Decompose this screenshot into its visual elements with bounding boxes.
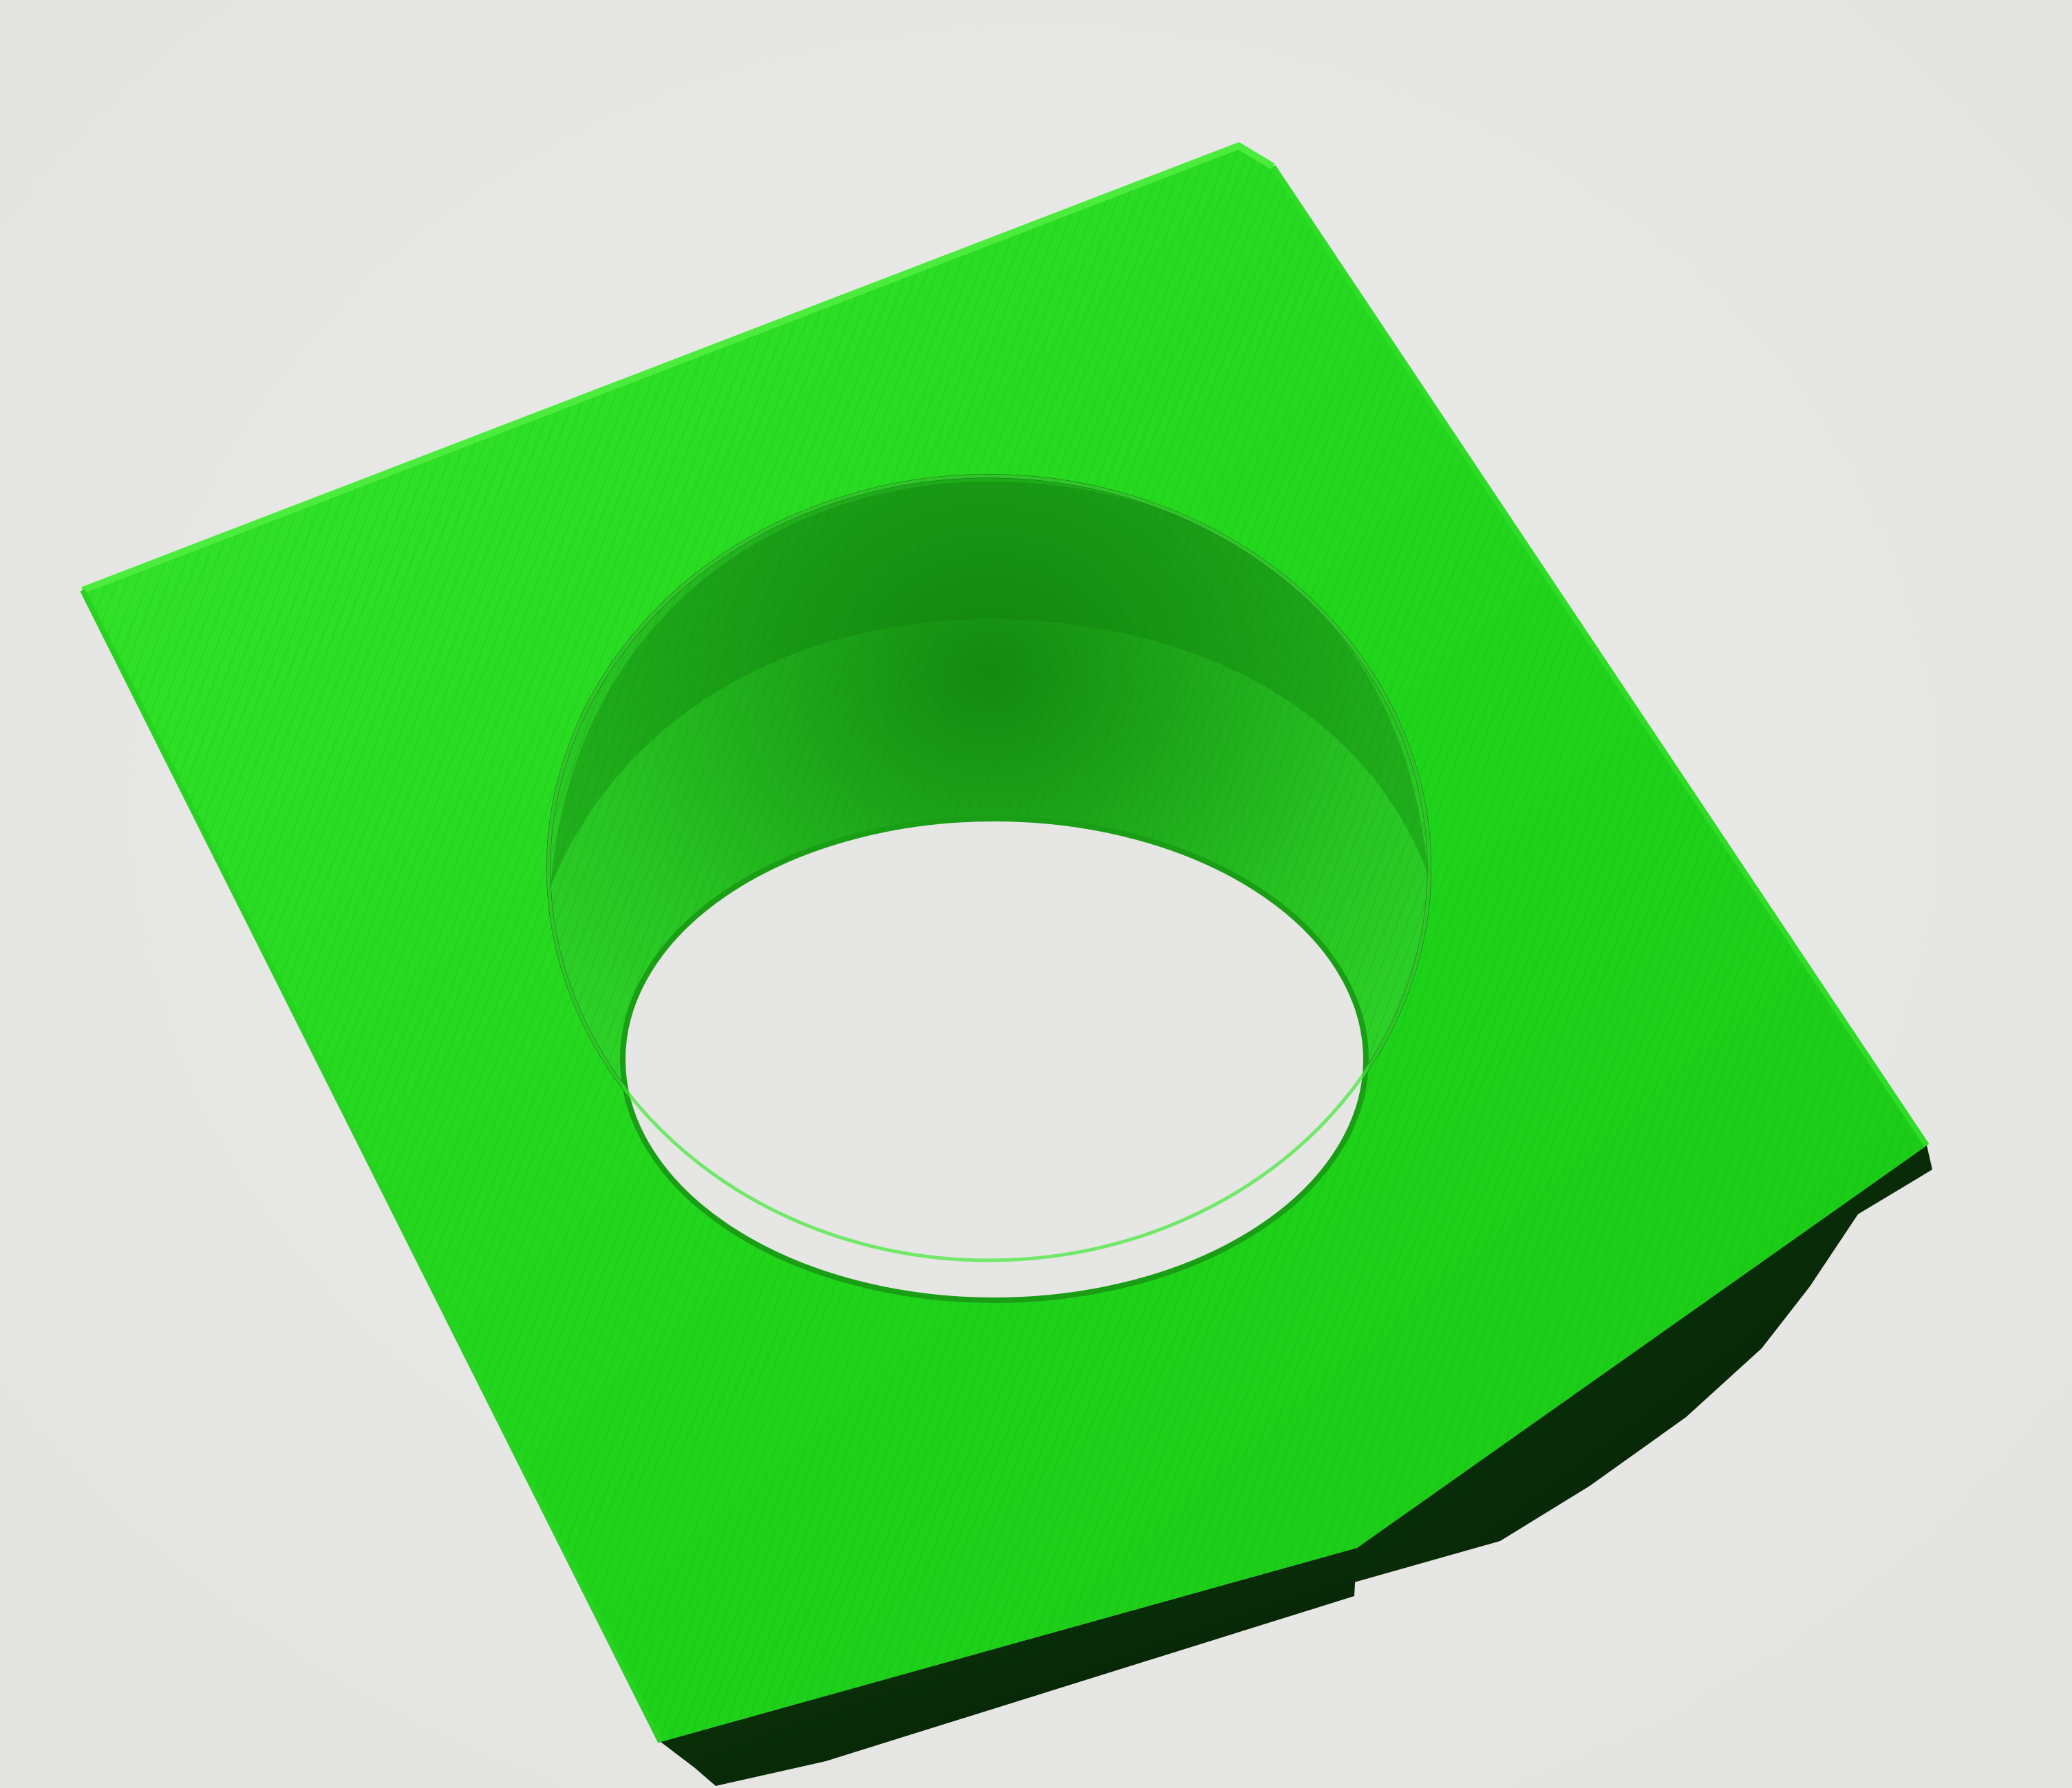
hole-opening [620, 816, 1369, 1303]
bore-hole [546, 474, 1431, 1303]
3d-viewport[interactable] [0, 0, 2072, 1788]
viewport-canvas[interactable] [0, 0, 2072, 1788]
